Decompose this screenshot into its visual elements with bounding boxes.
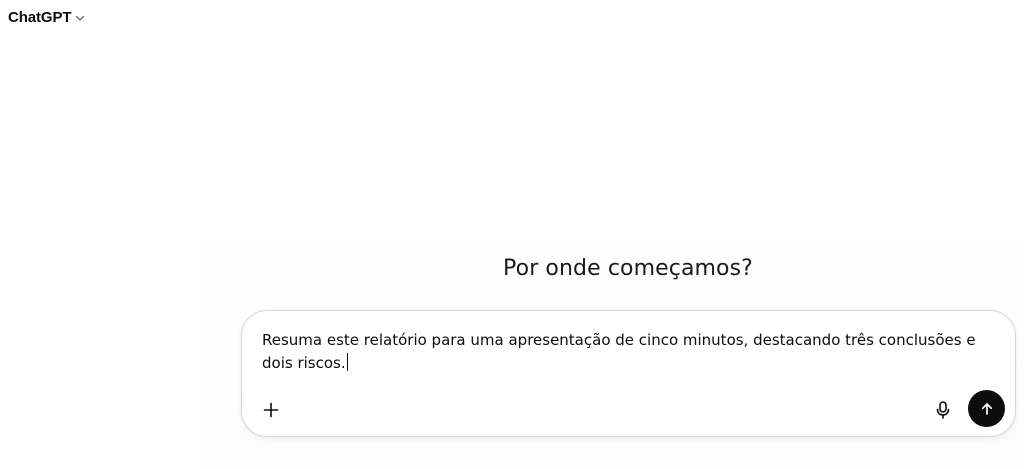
prompt-text: Resuma este relatório para uma apresenta… — [262, 331, 981, 372]
plus-icon — [263, 402, 279, 418]
model-switcher[interactable]: ChatGPT — [8, 9, 86, 26]
text-caret — [346, 353, 348, 371]
arrow-up-icon — [981, 402, 992, 415]
microphone-icon — [936, 401, 950, 419]
prompt-input[interactable]: Resuma este relatório para uma apresenta… — [262, 329, 992, 375]
attach-button[interactable] — [258, 397, 284, 423]
greeting-heading: Por onde começamos? — [503, 256, 753, 281]
model-name: ChatGPT — [8, 9, 72, 26]
voice-input-button[interactable] — [930, 397, 956, 423]
message-composer[interactable]: Resuma este relatório para uma apresenta… — [241, 310, 1016, 437]
chevron-down-icon — [74, 12, 86, 24]
send-button[interactable] — [968, 390, 1005, 427]
chat-page: ChatGPT Por onde começamos? Resuma este … — [0, 0, 1024, 469]
